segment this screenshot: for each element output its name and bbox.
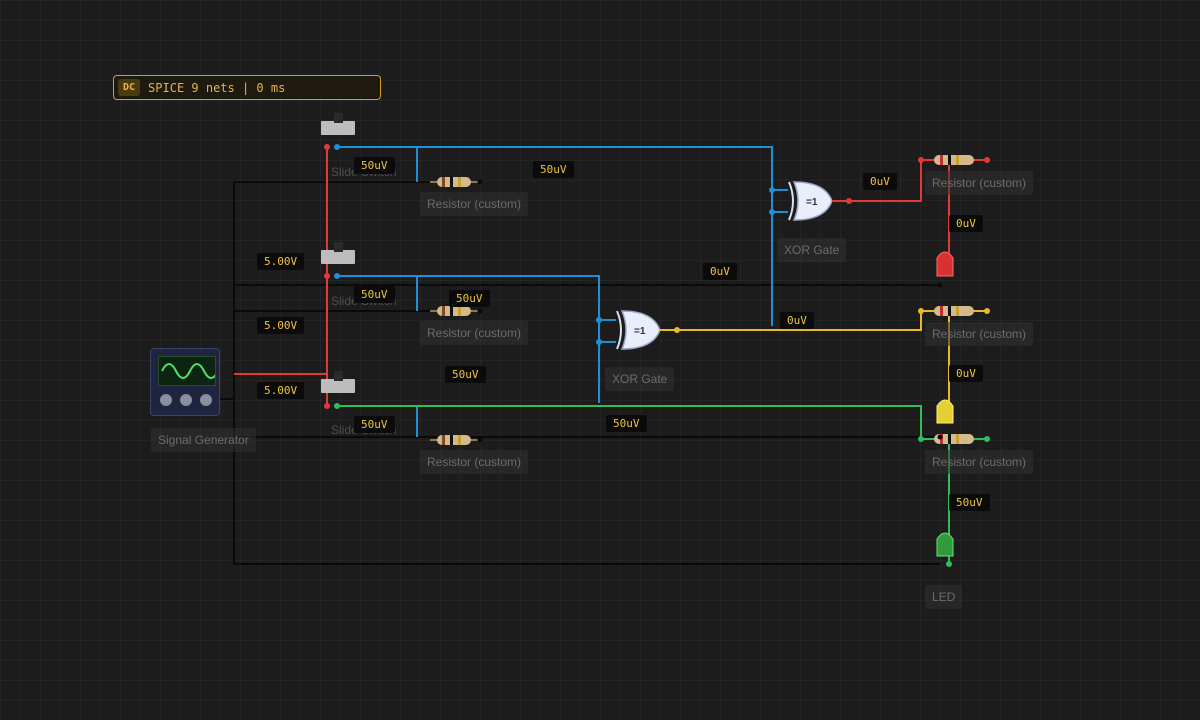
voltage-probe: 0uV (949, 365, 983, 382)
voltage-probe: 50uV (449, 290, 490, 307)
resistor-1[interactable] (430, 177, 480, 187)
voltage-probe: 5.00V (257, 253, 305, 270)
voltage-probe: 0uV (949, 215, 983, 232)
slide-switch-1[interactable] (321, 113, 357, 139)
resistor-4[interactable] (934, 155, 974, 165)
xor-gate-label: XOR Gate (605, 367, 675, 391)
resistor-label: Resistor (custom) (925, 450, 1034, 474)
voltage-probe: 0uV (780, 312, 814, 329)
led-yellow[interactable] (936, 399, 954, 424)
resistor-label: Resistor (custom) (925, 171, 1034, 195)
xor-gate-2[interactable] (616, 310, 677, 350)
voltage-probe: 0uV (863, 173, 897, 190)
signal-wires-green[interactable] (337, 405, 987, 564)
xor-symbol-1: =1 (806, 197, 818, 208)
voltage-probe: 50uV (606, 415, 647, 432)
resistor-label: Resistor (custom) (925, 322, 1034, 346)
resistor-label: Resistor (custom) (420, 321, 529, 345)
voltage-probe: 0uV (703, 263, 737, 280)
voltage-probe: 50uV (354, 416, 395, 433)
resistor-label: Resistor (custom) (420, 192, 529, 216)
knob-icon[interactable] (180, 394, 192, 406)
voltage-probe: 50uV (445, 366, 486, 383)
knob-icon[interactable] (200, 394, 212, 406)
voltage-probe: 50uV (949, 494, 990, 511)
voltage-probe: 50uV (533, 161, 574, 178)
xor-gate-label: XOR Gate (777, 238, 847, 262)
resistor-label: Resistor (custom) (420, 450, 529, 474)
signal-generator-label: Signal Generator (151, 428, 256, 452)
resistor-2[interactable] (430, 306, 480, 316)
resistor-5[interactable] (934, 306, 974, 316)
xor-symbol-2: =1 (634, 326, 646, 337)
voltage-probe: 50uV (354, 286, 395, 303)
slide-switch-3[interactable] (321, 371, 357, 397)
signal-generator[interactable] (150, 348, 220, 416)
led-red[interactable] (936, 251, 954, 277)
sine-wave-icon (161, 363, 219, 379)
led-label: LED (925, 585, 963, 609)
xor-gate-1[interactable] (788, 181, 849, 221)
led-green[interactable] (936, 532, 954, 557)
knob-icon[interactable] (160, 394, 172, 406)
voltage-probe: 5.00V (257, 317, 305, 334)
sine-wave-display (158, 356, 219, 386)
slide-switch-2[interactable] (321, 242, 357, 268)
voltage-probe: 5.00V (257, 382, 305, 399)
signal-wires-blue[interactable] (337, 146, 788, 437)
voltage-probe: 50uV (354, 157, 395, 174)
simulation-status-bar[interactable]: DC SPICE 9 nets | 0 ms (113, 75, 381, 100)
simulation-status-text: SPICE 9 nets | 0 ms (148, 80, 286, 95)
dc-mode-badge[interactable]: DC (118, 79, 141, 96)
